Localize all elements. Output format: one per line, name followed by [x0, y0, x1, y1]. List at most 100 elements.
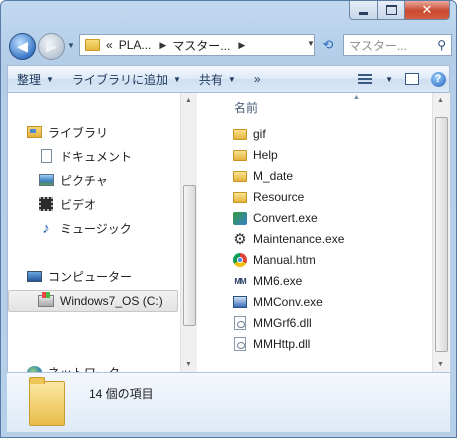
scroll-down-icon[interactable]: ▼ — [437, 361, 444, 368]
sidebar-item-network[interactable]: ネットワーク — [26, 362, 120, 372]
sidebar-item-computer[interactable]: コンピューター — [26, 266, 132, 286]
file-item[interactable]: Manual.htm — [232, 250, 316, 270]
change-view-button[interactable] — [354, 69, 376, 89]
scrollbar-thumb[interactable] — [183, 185, 196, 326]
search-input[interactable]: マスター... ⚲ — [343, 34, 452, 56]
view-controls: ▼ ? — [350, 69, 449, 89]
organize-button[interactable]: 整理 ▼ — [8, 71, 63, 88]
details-pane: 14 個の項目 — [7, 372, 450, 432]
sidebar-item-label: コンピューター — [48, 269, 133, 284]
more-label: » — [253, 72, 261, 86]
caption-buttons: ✕ — [349, 1, 450, 20]
mmconv-icon — [233, 296, 247, 308]
file-name: Convert.exe — [253, 211, 318, 225]
back-button[interactable]: ◀ — [9, 33, 36, 60]
search-placeholder: マスター... — [349, 38, 408, 53]
add-to-library-button[interactable]: ライブラリに追加 ▼ — [63, 71, 190, 88]
video-icon — [39, 197, 53, 211]
sidebar-item-libraries[interactable]: ライブラリ — [26, 122, 108, 142]
sidebar-item-label: ライブラリ — [48, 125, 109, 140]
dll-icon — [234, 337, 246, 351]
file-name: Resource — [253, 190, 305, 204]
chevron-right-icon[interactable]: ▶ — [238, 40, 245, 51]
column-header-label: 名前 — [234, 101, 259, 115]
maximize-button[interactable] — [378, 1, 405, 20]
back-arrow-icon: ◀ — [17, 38, 28, 54]
add-to-library-label: ライブラリに追加 — [71, 72, 168, 87]
recent-pages-dropdown[interactable]: ▼ — [67, 41, 75, 50]
search-icon[interactable]: ⚲ — [437, 38, 446, 52]
maximize-icon — [385, 5, 397, 15]
file-item[interactable]: MMConv.exe — [232, 292, 323, 312]
help-button[interactable]: ? — [427, 69, 449, 89]
folder-icon — [85, 39, 100, 51]
preview-pane-button[interactable] — [401, 69, 423, 89]
file-name: M_date — [253, 169, 294, 183]
address-history-dropdown[interactable]: ▼ — [307, 39, 315, 48]
gear-icon: ⚙ — [233, 230, 247, 248]
computer-icon — [26, 270, 42, 282]
navigation-pane: ライブラリ ドキュメント ピクチャ ビデオ ♪ ミュージック コンピューター W… — [7, 93, 198, 372]
folder-icon — [233, 149, 247, 161]
sort-ascending-icon: ▲ — [353, 94, 360, 101]
file-item[interactable]: Help — [232, 145, 278, 165]
close-button[interactable]: ✕ — [405, 1, 450, 20]
sidebar-item-videos[interactable]: ビデオ — [38, 194, 96, 214]
file-item[interactable]: gif — [232, 124, 266, 144]
pane-splitter[interactable] — [197, 93, 215, 372]
convert-exe-icon — [233, 211, 247, 225]
address-overflow-chevron[interactable]: « — [106, 38, 113, 52]
document-icon — [40, 149, 52, 163]
file-name: Manual.htm — [253, 253, 316, 267]
folder-icon — [29, 377, 65, 426]
folder-icon — [233, 128, 247, 140]
file-name: Maintenance.exe — [253, 232, 345, 246]
navigation-pane-scrollbar[interactable]: ▲ ▼ — [180, 93, 198, 372]
file-name: MMGrf6.dll — [253, 316, 312, 330]
folder-icon — [233, 191, 247, 203]
address-bar[interactable]: « PLA... ▶ マスター... ▶ — [79, 34, 315, 56]
breadcrumb-item[interactable]: PLA... — [119, 38, 152, 52]
scroll-up-icon[interactable]: ▲ — [185, 97, 192, 104]
minimize-button[interactable] — [349, 1, 378, 20]
sidebar-item-music[interactable]: ♪ ミュージック — [38, 218, 132, 238]
sidebar-item-label: ネットワーク — [48, 364, 120, 373]
picture-icon — [38, 174, 54, 186]
scrollbar-thumb[interactable] — [435, 117, 448, 352]
file-item[interactable]: MMHttp.dll — [232, 334, 310, 354]
refresh-icon: ⟲ — [322, 37, 334, 52]
close-icon: ✕ — [421, 2, 433, 17]
forward-arrow-icon: ▶ — [46, 38, 57, 54]
more-commands-button[interactable]: » — [245, 72, 270, 86]
help-icon: ? — [430, 71, 446, 87]
file-name: Help — [253, 148, 278, 162]
chevron-down-icon: ▼ — [227, 74, 236, 84]
file-list-pane: 名前 ▲ gif Help M_date Resource Convert.ex… — [215, 93, 450, 372]
mm6-icon: MM — [234, 276, 246, 286]
sidebar-item-drive-c[interactable]: Windows7_OS (C:) — [8, 290, 178, 312]
file-item[interactable]: ⚙ Maintenance.exe — [232, 229, 344, 249]
file-item[interactable]: MMGrf6.dll — [232, 313, 312, 333]
forward-button[interactable]: ▶ — [38, 33, 65, 60]
sidebar-item-documents[interactable]: ドキュメント — [38, 146, 132, 166]
explorer-window: ✕ ◀ ▶ ▼ « PLA... ▶ マスター... ▶ ▼ ⟲ マスター...… — [0, 0, 457, 438]
refresh-button[interactable]: ⟲ — [317, 34, 339, 56]
scroll-down-icon[interactable]: ▼ — [185, 361, 192, 368]
chevron-right-icon[interactable]: ▶ — [159, 40, 166, 51]
file-list-scrollbar[interactable]: ▲ ▼ — [432, 93, 450, 372]
sidebar-item-label: ミュージック — [60, 221, 132, 236]
share-button[interactable]: 共有 ▼ — [190, 71, 245, 88]
file-item[interactable]: Resource — [232, 187, 304, 207]
breadcrumb-item[interactable]: マスター... — [172, 37, 230, 54]
column-header-name[interactable]: 名前 ▲ — [215, 93, 434, 117]
sidebar-item-label: ドキュメント — [60, 149, 133, 164]
sidebar-item-pictures[interactable]: ピクチャ — [38, 170, 108, 190]
file-item[interactable]: M_date — [232, 166, 293, 186]
file-item[interactable]: MM MM6.exe — [232, 271, 302, 291]
scroll-up-icon[interactable]: ▲ — [437, 97, 444, 104]
library-icon — [26, 126, 42, 138]
file-item[interactable]: Convert.exe — [232, 208, 318, 228]
sidebar-item-label: ピクチャ — [60, 173, 108, 188]
view-icon — [358, 73, 373, 85]
view-options-dropdown[interactable]: ▼ — [376, 75, 397, 84]
